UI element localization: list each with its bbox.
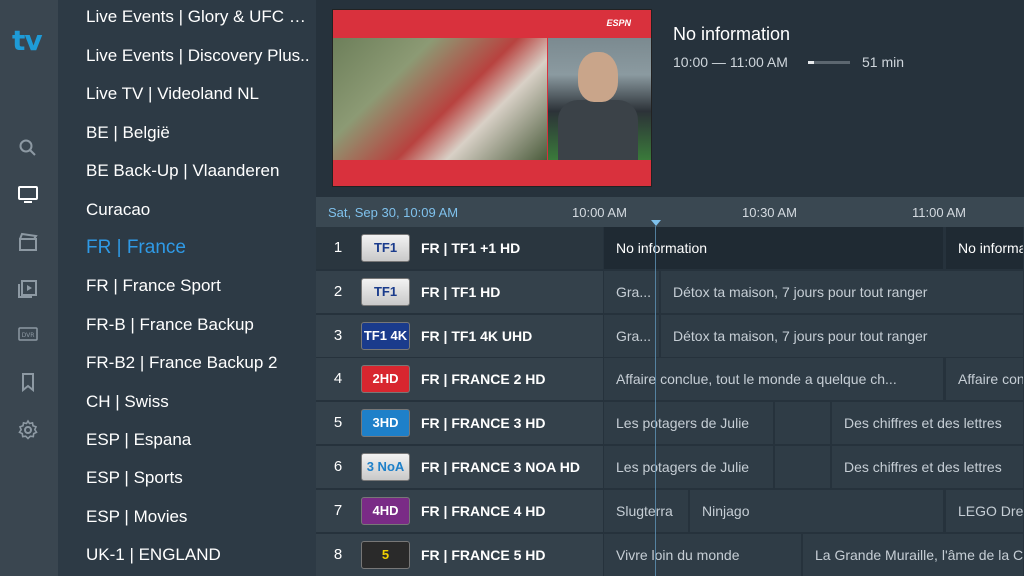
channel-logo: 3HD: [361, 409, 410, 437]
program-cell[interactable]: Les potagers de Julie: [604, 402, 774, 444]
channel-row[interactable]: 1 TF1 FR | TF1 +1 HD No information No i…: [316, 227, 1024, 269]
channel-logo-text: TF1: [373, 284, 398, 299]
channel-logo: 4HD: [361, 497, 410, 525]
program-title: No information: [673, 24, 791, 44]
channel-logo-text: 4HD: [372, 503, 399, 518]
channel-row[interactable]: 8 5 FR | FRANCE 5 HD Vivre loin du monde…: [316, 534, 1024, 576]
group-item[interactable]: BE Back-Up | Vlaanderen: [86, 152, 310, 190]
tv-icon[interactable]: [16, 182, 40, 206]
now-line: [655, 226, 656, 576]
channel-number: 3: [333, 327, 343, 344]
channel-row[interactable]: 2 TF1 FR | TF1 HD Gra... Détox ta maison…: [316, 271, 1024, 313]
channel-number: 5: [333, 414, 343, 431]
channel-row[interactable]: 4 2HD FR | FRANCE 2 HD Affaire conclue, …: [316, 358, 1024, 400]
channel-logo-text: 2HD: [372, 371, 399, 386]
program-cell[interactable]: Les potagers de Julie: [604, 446, 774, 488]
channel-number: 4: [333, 370, 343, 387]
program-cell[interactable]: Gra...: [604, 315, 660, 357]
channel-logo-text: TF1: [373, 240, 398, 255]
program-cell[interactable]: [775, 446, 831, 488]
channel-logo-text: 3 NoA: [366, 459, 405, 474]
channel-row[interactable]: 3 TF1 4K FR | TF1 4K UHD Gra... Détox ta…: [316, 315, 1024, 357]
current-datetime: Sat, Sep 30, 10:09 AM: [328, 205, 459, 220]
channel-name: FR | TF1 HD: [421, 284, 501, 300]
channel-number: 1: [333, 239, 343, 256]
program-cell[interactable]: Slugterra: [604, 490, 689, 532]
now-indicator: [651, 220, 661, 226]
app-logo: tv: [12, 24, 43, 57]
bookmark-icon[interactable]: [16, 370, 40, 394]
program-cell[interactable]: Des chiffres et des lettres: [832, 402, 1024, 444]
group-item[interactable]: Curacao: [86, 191, 310, 229]
settings-icon[interactable]: [16, 418, 40, 442]
channel-logo: TF1: [361, 234, 410, 262]
channel-logo-text: 3HD: [372, 415, 399, 430]
group-item[interactable]: Live Events | Glory & UFC an..: [86, 0, 310, 36]
group-item[interactable]: Live Events | Discovery Plus..: [86, 37, 310, 75]
channel-logo: 5: [361, 541, 410, 569]
channel-logo-text: TF1 4K: [363, 328, 408, 343]
program-cell[interactable]: La Grande Muraille, l'âme de la C: [803, 534, 1024, 576]
group-item[interactable]: CH | Swiss: [86, 383, 310, 421]
series-icon[interactable]: [16, 276, 40, 300]
program-cell[interactable]: Détox ta maison, 7 jours pour tout range…: [661, 271, 1024, 313]
program-cell[interactable]: Ninjago: [690, 490, 944, 532]
channel-row[interactable]: 7 4HD FR | FRANCE 4 HD Slugterra Ninjago…: [316, 490, 1024, 532]
channel-logo: TF1: [361, 278, 410, 306]
program-cell[interactable]: Des chiffres et des lettres: [832, 446, 1024, 488]
program-cell[interactable]: Gra...: [604, 271, 660, 313]
channel-name: FR | TF1 +1 HD: [421, 240, 521, 256]
time-mark: 10:30 AM: [742, 205, 797, 220]
channel-row[interactable]: 5 3HD FR | FRANCE 3 HD Les potagers de J…: [316, 402, 1024, 444]
channel-name: FR | FRANCE 5 HD: [421, 547, 546, 563]
program-cell[interactable]: Vivre loin du monde: [604, 534, 802, 576]
channel-name: FR | FRANCE 2 HD: [421, 371, 546, 387]
program-progress-fill: [808, 61, 815, 64]
preview-person-body: [558, 100, 638, 160]
channel-logo: TF1 4K: [361, 322, 410, 350]
group-item[interactable]: ESP | Movies: [86, 498, 310, 536]
group-item[interactable]: FR-B | France Backup: [86, 306, 310, 344]
time-mark: 11:00 AM: [912, 205, 966, 220]
search-icon[interactable]: [16, 136, 40, 160]
group-item-active[interactable]: FR | France: [86, 229, 310, 267]
movies-icon[interactable]: [16, 230, 40, 254]
time-mark: 10:00 AM: [572, 205, 627, 220]
program-progress-bar: [808, 61, 850, 64]
group-item[interactable]: Live TV | Videoland NL: [86, 75, 310, 113]
group-item[interactable]: BE | België: [86, 114, 310, 152]
program-cell[interactable]: No informa: [946, 227, 1024, 269]
group-item[interactable]: FR | France Sport: [86, 267, 310, 305]
video-preview[interactable]: ESPN: [332, 9, 652, 187]
group-item[interactable]: UK-1 | ENGLAND: [86, 536, 310, 574]
channel-logo: 3 NoA: [361, 453, 410, 481]
group-item[interactable]: ESP | Sports: [86, 459, 310, 497]
dvr-icon[interactable]: DVR: [16, 322, 40, 346]
program-time: 10:00 — 11:00 AM: [673, 54, 788, 70]
preview-frame-left: [333, 38, 547, 160]
channel-number: 6: [333, 458, 343, 475]
channel-watermark: ESPN: [606, 18, 631, 28]
channel-number: 8: [333, 546, 343, 563]
channel-name: FR | TF1 4K UHD: [421, 328, 533, 344]
navigation-rail: tv DVR: [0, 0, 58, 576]
program-duration: 51 min: [862, 54, 905, 70]
channel-logo: 2HD: [361, 365, 410, 393]
program-cell[interactable]: [775, 402, 831, 444]
channel-name: FR | FRANCE 3 NOA HD: [421, 459, 580, 475]
program-cell[interactable]: Affaire con: [946, 358, 1024, 400]
channel-group-list: Live Events | Glory & UFC an.. Live Even…: [58, 0, 316, 576]
channel-number: 7: [333, 502, 343, 519]
channel-logo-text: 5: [381, 547, 390, 562]
channel-name: FR | FRANCE 4 HD: [421, 503, 546, 519]
preview-person-head: [578, 52, 618, 102]
channel-row[interactable]: 6 3 NoA FR | FRANCE 3 NOA HD Les potager…: [316, 446, 1024, 488]
channel-name: FR | FRANCE 3 HD: [421, 415, 546, 431]
group-item[interactable]: ESP | Espana: [86, 421, 310, 459]
dvr-label: DVR: [22, 332, 35, 339]
program-cell[interactable]: Détox ta maison, 7 jours pour tout range…: [661, 315, 1024, 357]
program-cell[interactable]: LEGO Drea: [946, 490, 1024, 532]
group-item[interactable]: FR-B2 | France Backup 2: [86, 344, 310, 382]
channel-number: 2: [333, 283, 343, 300]
